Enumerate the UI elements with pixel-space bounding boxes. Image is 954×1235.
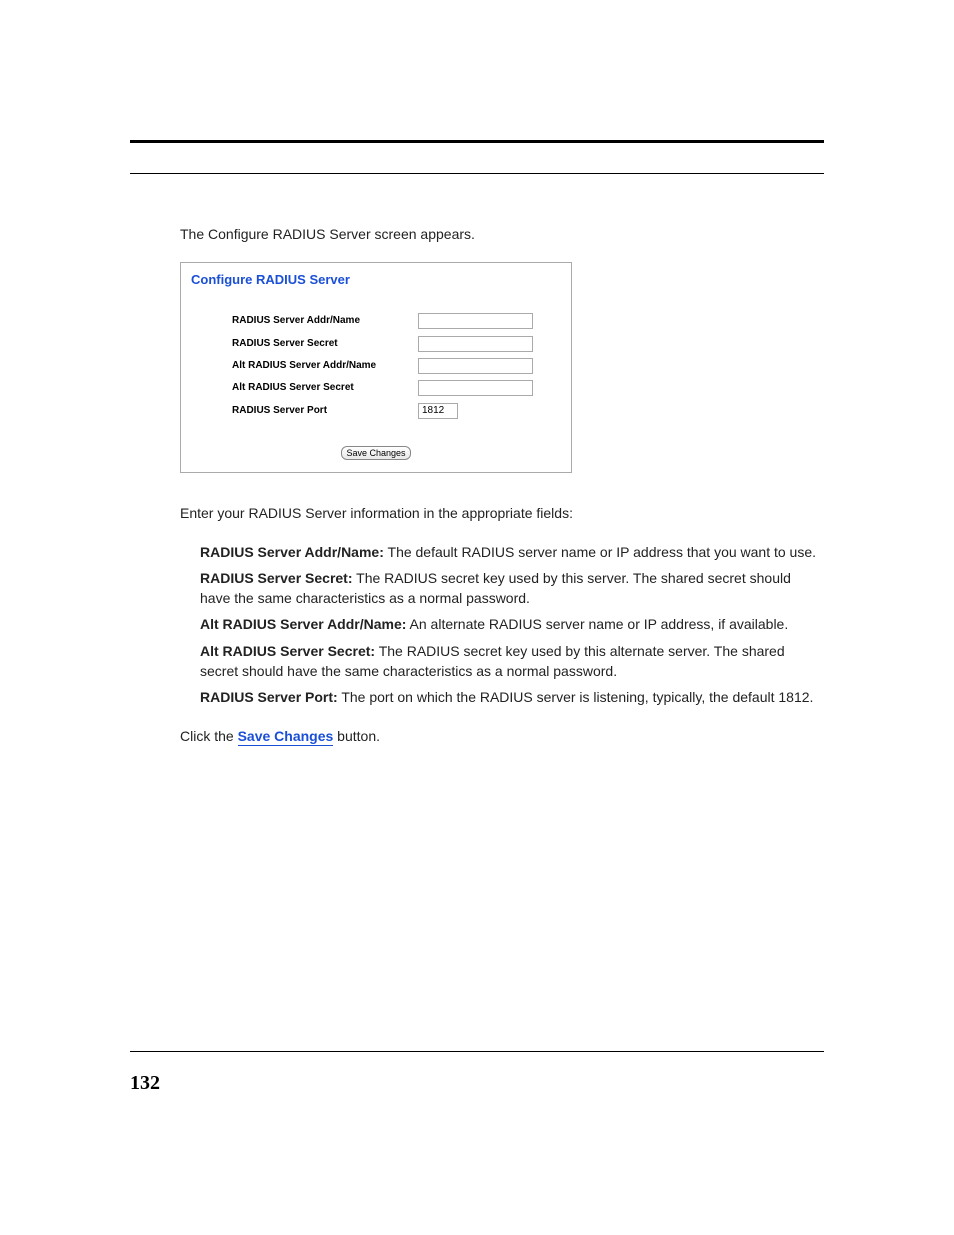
content-area: The Configure RADIUS Server screen appea… <box>180 224 824 746</box>
port-input[interactable] <box>418 403 458 419</box>
addr-label: RADIUS Server Addr/Name <box>231 312 417 330</box>
def-addr-term: RADIUS Server Addr/Name: <box>200 544 384 560</box>
alt-secret-input[interactable] <box>418 380 533 396</box>
closing-prefix: Click the <box>180 728 238 744</box>
closing-suffix: button. <box>333 728 380 744</box>
port-label: RADIUS Server Port <box>231 402 417 420</box>
def-secret: RADIUS Server Secret: The RADIUS secret … <box>200 568 824 609</box>
def-alt-addr-term: Alt RADIUS Server Addr/Name: <box>200 616 406 632</box>
enter-info-text: Enter your RADIUS Server information in … <box>180 503 824 523</box>
def-port-term: RADIUS Server Port: <box>200 689 338 705</box>
header-rule-thin <box>130 173 824 174</box>
def-alt-secret-term: Alt RADIUS Server Secret: <box>200 643 375 659</box>
save-changes-button[interactable]: Save Changes <box>341 446 410 460</box>
def-addr: RADIUS Server Addr/Name: The default RAD… <box>200 542 824 562</box>
def-port-text: The port on which the RADIUS server is l… <box>338 689 814 705</box>
panel-title: Configure RADIUS Server <box>191 271 561 290</box>
secret-label: RADIUS Server Secret <box>231 335 417 353</box>
radius-form: RADIUS Server Addr/Name RADIUS Server Se… <box>231 308 561 424</box>
alt-addr-input[interactable] <box>418 358 533 374</box>
intro-text: The Configure RADIUS Server screen appea… <box>180 224 824 244</box>
field-row-alt-secret: Alt RADIUS Server Secret <box>231 379 561 397</box>
alt-secret-label: Alt RADIUS Server Secret <box>231 379 417 397</box>
def-alt-addr: Alt RADIUS Server Addr/Name: An alternat… <box>200 614 824 634</box>
save-changes-link[interactable]: Save Changes <box>238 728 334 746</box>
secret-input[interactable] <box>418 336 533 352</box>
def-alt-secret: Alt RADIUS Server Secret: The RADIUS sec… <box>200 641 824 682</box>
addr-input[interactable] <box>418 313 533 329</box>
header-rule-thick <box>130 140 824 143</box>
def-port: RADIUS Server Port: The port on which th… <box>200 687 824 707</box>
def-addr-text: The default RADIUS server name or IP add… <box>384 544 816 560</box>
page-number: 132 <box>130 1072 160 1095</box>
closing-text: Click the Save Changes button. <box>180 726 824 746</box>
field-row-alt-addr: Alt RADIUS Server Addr/Name <box>231 357 561 375</box>
panel-button-row: Save Changes <box>191 446 561 462</box>
radius-config-panel: Configure RADIUS Server RADIUS Server Ad… <box>180 262 572 473</box>
def-secret-term: RADIUS Server Secret: <box>200 570 353 586</box>
field-row-secret: RADIUS Server Secret <box>231 335 561 353</box>
page: The Configure RADIUS Server screen appea… <box>0 0 954 1235</box>
alt-addr-label: Alt RADIUS Server Addr/Name <box>231 357 417 375</box>
def-alt-addr-text: An alternate RADIUS server name or IP ad… <box>406 616 788 632</box>
definitions-block: RADIUS Server Addr/Name: The default RAD… <box>200 542 824 708</box>
field-row-addr: RADIUS Server Addr/Name <box>231 312 561 330</box>
field-row-port: RADIUS Server Port <box>231 402 561 420</box>
footer-rule <box>130 1051 824 1052</box>
